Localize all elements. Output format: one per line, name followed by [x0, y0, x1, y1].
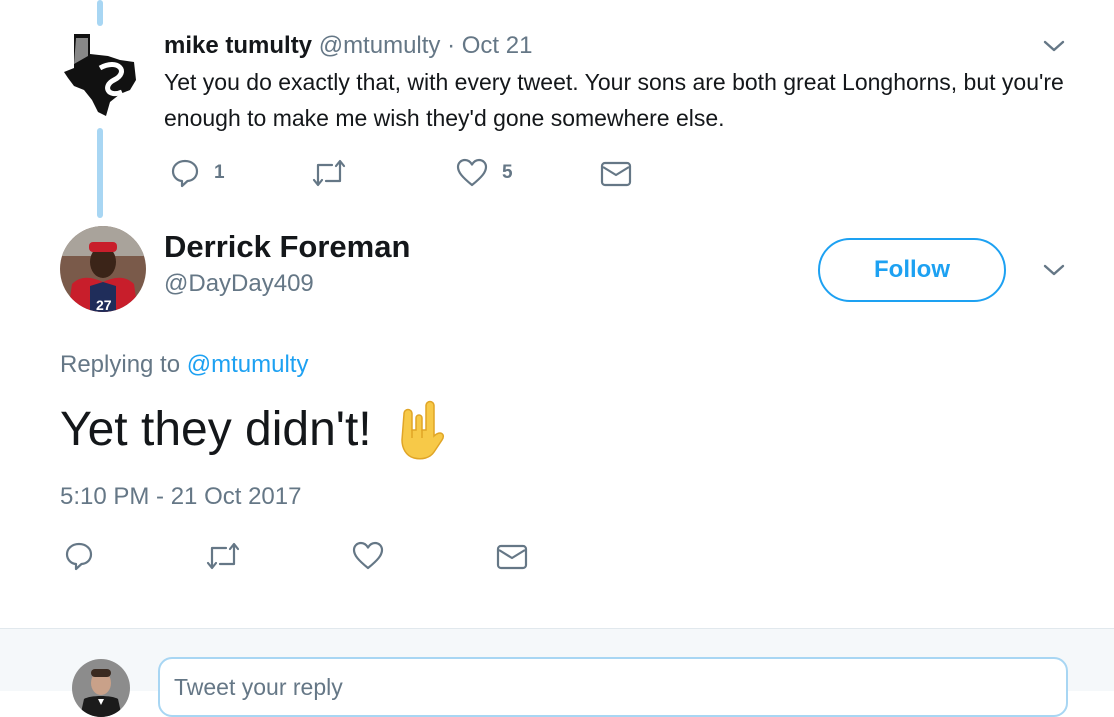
tweet-timestamp[interactable]: 5:10 PM - 21 Oct 2017	[60, 480, 301, 514]
reply-count: 1	[214, 162, 225, 183]
author-handle[interactable]: @mtumulty	[319, 32, 441, 59]
direct-message-button[interactable]	[496, 543, 528, 571]
like-count: 5	[502, 162, 513, 183]
direct-message-button[interactable]	[600, 160, 632, 188]
reply-icon	[65, 542, 93, 571]
like-button[interactable]	[352, 541, 384, 571]
reply-input[interactable]	[158, 657, 1068, 717]
tweet-text: Yet they didn't!	[60, 403, 372, 456]
current-user-avatar[interactable]	[72, 659, 130, 717]
avatar[interactable]	[60, 28, 144, 118]
chevron-down-icon[interactable]	[1042, 34, 1066, 58]
author-name[interactable]: mike tumulty	[164, 32, 312, 59]
author-name[interactable]: Derrick Foreman	[164, 228, 410, 266]
reply-composer	[0, 628, 1114, 717]
replying-to-label: Replying to	[60, 351, 187, 378]
tweet-text: Yet you do exactly that, with every twee…	[164, 69, 1064, 131]
heart-icon	[456, 158, 488, 187]
author-handle[interactable]: @DayDay409	[164, 268, 314, 300]
current-user-photo-image	[72, 659, 130, 717]
heart-icon	[352, 541, 384, 570]
like-button[interactable]: 5	[456, 158, 513, 188]
thread-connector	[97, 128, 103, 218]
profile-photo-image: 27	[60, 226, 146, 312]
follow-button[interactable]: Follow	[818, 238, 1006, 302]
sign-of-the-horns-emoji-icon	[394, 400, 450, 460]
thread-connector-top	[97, 0, 103, 26]
tweet-text-row: Yet they didn't!	[60, 398, 450, 462]
replying-to-handle-link[interactable]: @mtumulty	[187, 351, 309, 378]
chevron-down-icon[interactable]	[1042, 258, 1066, 282]
retweet-icon	[312, 159, 346, 187]
envelope-icon	[496, 544, 528, 570]
retweet-button[interactable]	[312, 158, 346, 188]
parent-tweet-header: mike tumulty @mtumulty · Oct 21	[164, 30, 532, 62]
retweet-icon	[206, 542, 240, 570]
tweet-date[interactable]: Oct 21	[462, 32, 533, 59]
texas-logo-avatar-image	[64, 34, 136, 116]
envelope-icon	[600, 161, 632, 187]
retweet-button[interactable]	[206, 541, 240, 571]
reply-icon	[171, 159, 199, 188]
replying-to: Replying to @mtumulty	[60, 348, 308, 382]
reply-button[interactable]: 1	[170, 158, 225, 188]
reply-button[interactable]	[64, 541, 94, 571]
meta-separator: ·	[440, 32, 462, 59]
svg-text:27: 27	[96, 297, 112, 312]
avatar[interactable]: 27	[60, 226, 146, 312]
